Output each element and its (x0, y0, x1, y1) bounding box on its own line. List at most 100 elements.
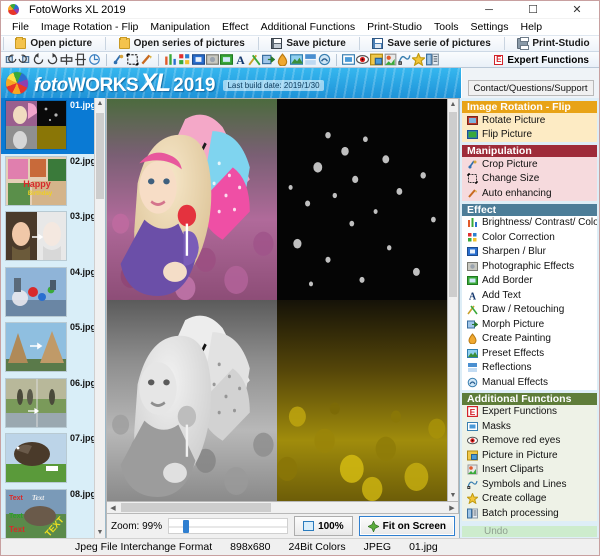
thumbnail-item[interactable]: 07.jpg (1, 431, 94, 487)
print-studio-button[interactable]: Print-Studio (509, 36, 597, 51)
menu-effect[interactable]: Effect (216, 19, 255, 35)
panel-item-crop-picture[interactable]: Crop Picture (462, 157, 597, 172)
thumbnail-item[interactable]: HappyBirthday02.jpg (1, 154, 94, 210)
reflections-icon[interactable] (304, 53, 317, 66)
rotate-right-90-icon[interactable] (18, 53, 31, 66)
flip-horizontal-icon[interactable] (60, 53, 73, 66)
add-border-icon[interactable] (220, 53, 233, 66)
auto-enhancing-icon[interactable] (140, 53, 153, 66)
canvas-vertical-scrollbar[interactable]: ▲ ▼ (447, 98, 459, 502)
panel-item-preset-effects[interactable]: Preset Effects (462, 346, 597, 361)
thumbnail-item[interactable]: TextTextTextTextTEXT08.jpg (1, 487, 94, 539)
crop-picture-icon[interactable] (112, 53, 125, 66)
panel-item-picture-in-picture[interactable]: Picture in Picture (462, 448, 597, 463)
fit-on-screen-button[interactable]: Fit on Screen (359, 516, 455, 536)
draw-retouching-icon[interactable] (248, 53, 261, 66)
menu-print-studio[interactable]: Print-Studio (361, 19, 428, 35)
scroll-up-icon[interactable]: ▲ (95, 98, 105, 109)
expert-functions-toolbar-button[interactable]: E Expert Functions (488, 53, 595, 67)
menu-settings[interactable]: Settings (465, 19, 515, 35)
canvas-hscroll-thumb[interactable] (121, 503, 271, 512)
panel-item-create-painting[interactable]: Create Painting (462, 332, 597, 347)
panel-item-symbols-and-lines[interactable]: Symbols and Lines (462, 477, 597, 492)
canvas-hscroll-track[interactable] (119, 502, 446, 514)
preset-effects-icon[interactable] (290, 53, 303, 66)
panel-item-reflections[interactable]: Reflections (462, 361, 597, 376)
masks-icon[interactable] (342, 53, 355, 66)
menu-tools[interactable]: Tools (428, 19, 465, 35)
scroll-down-icon[interactable]: ▼ (95, 527, 105, 538)
thumbnail-item[interactable]: 04.jpg (1, 265, 94, 321)
panel-item-sharpen-blur[interactable]: Sharpen / Blur (462, 245, 597, 260)
save-serie-of-pictures-button[interactable]: Save serie of pictures (364, 36, 498, 51)
canvas-vscroll-thumb[interactable] (449, 112, 457, 297)
canvas-scroll-up-icon[interactable]: ▲ (448, 99, 458, 110)
manual-effects-icon[interactable] (318, 53, 331, 66)
rotate-cw-icon[interactable] (46, 53, 59, 66)
thumbnail-scrollbar[interactable]: ▲ ▼ (94, 98, 105, 538)
panel-item-masks[interactable]: Masks (462, 419, 597, 434)
panel-item-auto-enhancing[interactable]: Auto enhancing (462, 186, 597, 201)
insert-cliparts-icon[interactable] (384, 53, 397, 66)
thumbnail-scroll-track[interactable] (95, 109, 105, 527)
panel-item-add-border[interactable]: Add Border (462, 274, 597, 289)
close-button[interactable]: ✕ (555, 1, 599, 19)
zoom-slider-knob[interactable] (183, 520, 189, 533)
maximize-button[interactable]: ☐ (511, 1, 555, 19)
canvas-scroll-right-icon[interactable]: ▶ (446, 504, 458, 512)
change-size-icon[interactable] (126, 53, 139, 66)
open-picture-button[interactable]: Open picture (7, 36, 100, 51)
color-correction-icon[interactable] (178, 53, 191, 66)
panel-item-rotate-picture[interactable]: Rotate Picture (462, 113, 597, 128)
thumbnail-scroll-thumb[interactable] (96, 113, 104, 199)
thumbnail-item[interactable]: 03.jpg (1, 209, 94, 265)
canvas-vscroll-track[interactable] (448, 110, 458, 490)
add-text-icon[interactable]: A (234, 53, 247, 66)
panel-item-flip-picture[interactable]: Flip Picture (462, 128, 597, 143)
undo-button[interactable]: Undo (462, 526, 597, 537)
thumbnail-item[interactable]: 06.jpg (1, 376, 94, 432)
canvas-scroll-left-icon[interactable]: ◀ (107, 504, 119, 512)
panel-item-add-text[interactable]: AAdd Text (462, 288, 597, 303)
flip-vertical-icon[interactable] (74, 53, 87, 66)
open-series-of-pictures-button[interactable]: Open series of pictures (111, 36, 253, 51)
zoom-100-button[interactable]: 100% (294, 516, 353, 536)
panel-item-expert-functions[interactable]: EExpert Functions (462, 405, 597, 420)
menu-help[interactable]: Help (514, 19, 548, 35)
canvas-horizontal-scrollbar[interactable]: ◀ ▶ (106, 502, 459, 514)
morph-picture-icon[interactable] (262, 53, 275, 66)
contact-support-button[interactable]: Contact/Questions/Support (468, 80, 594, 96)
panel-item-draw-retouching[interactable]: Draw / Retouching (462, 303, 597, 318)
zoom-slider[interactable] (168, 518, 288, 534)
thumbnail-item[interactable]: 01.jpg (1, 98, 94, 154)
brightness-contrast-color-icon[interactable] (164, 53, 177, 66)
picture-in-picture-icon[interactable] (370, 53, 383, 66)
menu-image-rotation-flip[interactable]: Image Rotation - Flip (35, 19, 144, 35)
save-picture-button[interactable]: Save picture (263, 36, 353, 51)
panel-item-insert-cliparts[interactable]: Insert Cliparts (462, 463, 597, 478)
panel-item-morph-picture[interactable]: Morph Picture (462, 317, 597, 332)
panel-item-color-correction[interactable]: Color Correction (462, 230, 597, 245)
panel-item-remove-red-eyes[interactable]: Remove red eyes (462, 434, 597, 449)
menu-file[interactable]: File (6, 19, 35, 35)
menu-additional-functions[interactable]: Additional Functions (255, 19, 362, 35)
panel-item-change-size[interactable]: Change Size (462, 172, 597, 187)
rotate-ccw-icon[interactable] (32, 53, 45, 66)
panel-item-batch-processing[interactable]: Batch processing (462, 506, 597, 521)
create-collage-icon[interactable] (412, 53, 425, 66)
panel-item-brightness-contrast-color[interactable]: Brightness/ Contrast/ Color (462, 216, 597, 231)
remove-red-eyes-icon[interactable] (356, 53, 369, 66)
canvas-scroll-down-icon[interactable]: ▼ (448, 490, 458, 501)
photographic-effects-icon[interactable] (206, 53, 219, 66)
free-rotate-icon[interactable] (88, 53, 101, 66)
thumbnail-item[interactable]: 05.jpg (1, 320, 94, 376)
panel-item-manual-effects[interactable]: Manual Effects (462, 375, 597, 390)
create-painting-icon[interactable] (276, 53, 289, 66)
sharpen-blur-icon[interactable] (192, 53, 205, 66)
image-canvas[interactable] (106, 98, 447, 502)
menu-manipulation[interactable]: Manipulation (144, 19, 216, 35)
thumbnail-list[interactable]: 01.jpgHappyBirthday02.jpg03.jpg04.jpg05.… (1, 98, 94, 538)
panel-item-create-collage[interactable]: Create collage (462, 492, 597, 507)
rotate-left-90-icon[interactable] (4, 53, 17, 66)
minimize-button[interactable]: ─ (467, 1, 511, 19)
